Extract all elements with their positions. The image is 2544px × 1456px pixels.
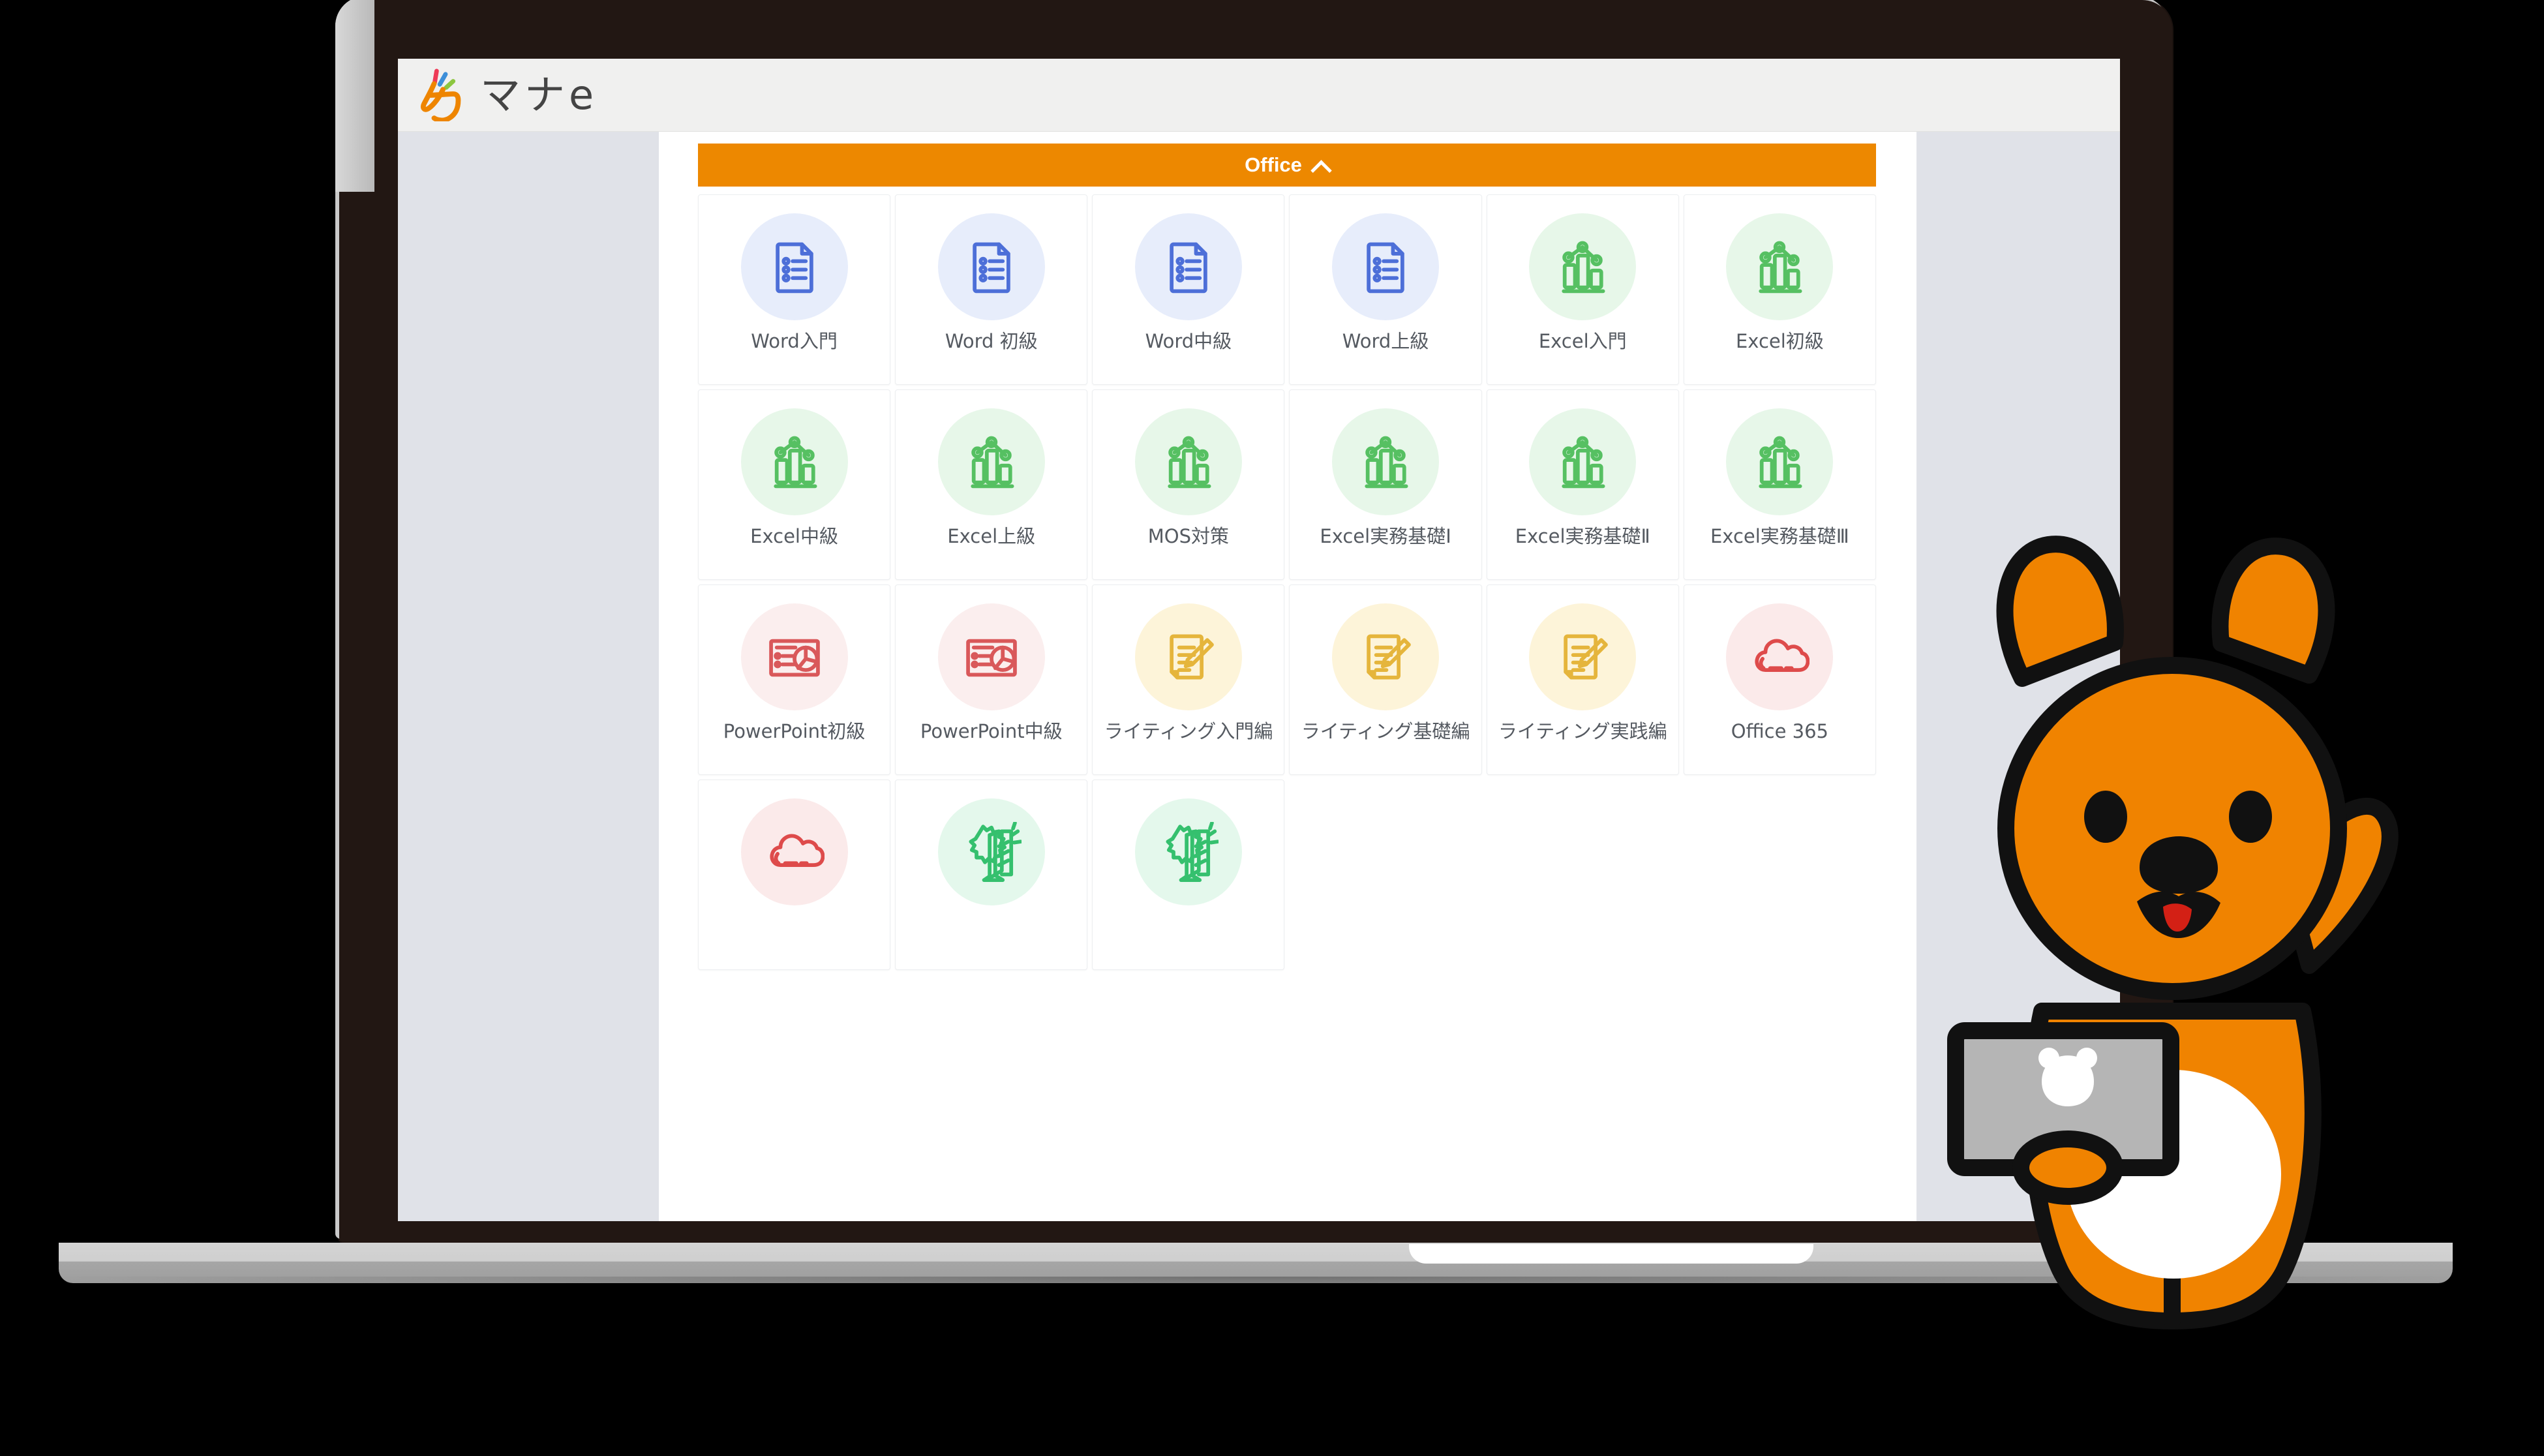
course-card[interactable]: Word入門 bbox=[698, 194, 891, 385]
course-card[interactable] bbox=[698, 780, 891, 970]
course-card-label: Excel入門 bbox=[1538, 330, 1627, 352]
course-card[interactable]: Office 365 bbox=[1683, 584, 1876, 775]
app-header: マナe bbox=[398, 59, 2120, 132]
brand-logo-text: マナe bbox=[480, 70, 598, 119]
course-grid: Word入門 Word 初級 Word中級 Word上級 Excel入門 Excel初級 E… bbox=[698, 194, 1876, 970]
mascot-eye-left bbox=[2084, 791, 2127, 843]
orange-bear-mascot bbox=[1944, 515, 2400, 1331]
course-card[interactable]: ライティング基礎編 bbox=[1289, 584, 1482, 775]
course-card[interactable]: Word中級 bbox=[1092, 194, 1285, 385]
course-card-label: Excel実務基礎Ⅲ bbox=[1710, 525, 1849, 547]
pencil-doc-icon bbox=[1332, 603, 1440, 710]
document-list-icon bbox=[740, 213, 848, 320]
slide-piechart-icon bbox=[937, 603, 1045, 710]
course-card-label: Excel実務基礎Ⅱ bbox=[1515, 525, 1650, 547]
course-card-label: Excel中級 bbox=[750, 525, 838, 547]
course-card[interactable]: Word上級 bbox=[1289, 194, 1482, 385]
mascot-hand bbox=[2012, 1130, 2123, 1205]
course-card[interactable]: ライティング実践編 bbox=[1486, 584, 1679, 775]
course-card[interactable]: PowerPoint中級 bbox=[895, 584, 1088, 775]
bar-chart-icon bbox=[1726, 408, 1834, 515]
document-list-icon bbox=[937, 213, 1045, 320]
course-card[interactable]: Excel中級 bbox=[698, 389, 891, 580]
bar-chart-icon bbox=[1726, 213, 1834, 320]
bar-chart-icon bbox=[740, 408, 848, 515]
app-body: Office Word入門 Word 初級 Word中級 Word上級 Excel入門 E… bbox=[398, 132, 2120, 1221]
course-card[interactable]: ライティング入門編 bbox=[1092, 584, 1285, 775]
bar-chart-icon bbox=[1332, 408, 1440, 515]
course-card-label: Word上級 bbox=[1342, 330, 1429, 352]
document-list-icon bbox=[1134, 213, 1242, 320]
content-panel: Office Word入門 Word 初級 Word中級 Word上級 Excel入門 E… bbox=[659, 132, 1916, 1221]
cloud-icon bbox=[740, 798, 848, 905]
course-card[interactable]: Excel初級 bbox=[1683, 194, 1876, 385]
course-card[interactable]: Excel入門 bbox=[1486, 194, 1679, 385]
gear-book-icon bbox=[937, 798, 1045, 905]
laptop-mockup: マナe Office Word入門 Word 初級 Word中級 Word上級 Exce… bbox=[59, 0, 2453, 1294]
mascot-nose bbox=[2140, 836, 2218, 894]
course-card-label: PowerPoint中級 bbox=[920, 720, 1063, 742]
slide-piechart-icon bbox=[740, 603, 848, 710]
bar-chart-icon bbox=[1529, 408, 1637, 515]
course-card-label: Office 365 bbox=[1731, 720, 1829, 742]
cloud-icon bbox=[1726, 603, 1834, 710]
course-card-label: Word 初級 bbox=[945, 330, 1038, 352]
course-card-label: Word中級 bbox=[1145, 330, 1232, 352]
bar-chart-icon bbox=[1529, 213, 1637, 320]
pencil-doc-icon bbox=[1134, 603, 1242, 710]
course-card-label: Excel実務基礎Ⅰ bbox=[1320, 525, 1451, 547]
laptop-lid: マナe Office Word入門 Word 初級 Word中級 Word上級 Exce… bbox=[335, 0, 2172, 1243]
bar-chart-icon bbox=[1134, 408, 1242, 515]
category-banner-office[interactable]: Office bbox=[698, 144, 1876, 187]
mascot-eye-right bbox=[2229, 791, 2272, 843]
course-card[interactable]: Excel実務基礎Ⅰ bbox=[1289, 389, 1482, 580]
course-card-label: ライティング入門編 bbox=[1104, 720, 1273, 742]
course-card[interactable] bbox=[1092, 780, 1285, 970]
chevron-up-icon[interactable] bbox=[1312, 157, 1329, 174]
course-card[interactable]: PowerPoint初級 bbox=[698, 584, 891, 775]
course-card-label: Word入門 bbox=[751, 330, 838, 352]
course-card[interactable]: Excel実務基礎Ⅲ bbox=[1683, 389, 1876, 580]
gear-book-icon bbox=[1134, 798, 1242, 905]
course-card-label: MOS対策 bbox=[1147, 525, 1230, 547]
lid-edge-highlight bbox=[335, 0, 374, 192]
laptop-trackpad-notch bbox=[1409, 1244, 1813, 1264]
course-card-label: PowerPoint初級 bbox=[723, 720, 866, 742]
screenshot-root: マナe Office Word入門 Word 初級 Word中級 Word上級 Exce… bbox=[0, 0, 2544, 1456]
category-banner-label: Office bbox=[1245, 153, 1302, 176]
laptop-screen: マナe Office Word入門 Word 初級 Word中級 Word上級 Exce… bbox=[398, 59, 2120, 1221]
mane-clap-icon bbox=[420, 68, 471, 123]
course-card[interactable]: Excel上級 bbox=[895, 389, 1088, 580]
course-card-label: ライティング基礎編 bbox=[1301, 720, 1470, 742]
course-card-label: Excel上級 bbox=[947, 525, 1036, 547]
pencil-doc-icon bbox=[1529, 603, 1637, 710]
brand-logo[interactable]: マナe bbox=[420, 68, 598, 123]
course-card[interactable]: Excel実務基礎Ⅱ bbox=[1486, 389, 1679, 580]
bar-chart-icon bbox=[937, 408, 1045, 515]
course-card[interactable] bbox=[895, 780, 1088, 970]
course-card[interactable]: MOS対策 bbox=[1092, 389, 1285, 580]
document-list-icon bbox=[1332, 213, 1440, 320]
course-card-label: Excel初級 bbox=[1735, 330, 1824, 352]
course-card[interactable]: Word 初級 bbox=[895, 194, 1088, 385]
course-card-label: ライティング実践編 bbox=[1498, 720, 1667, 742]
